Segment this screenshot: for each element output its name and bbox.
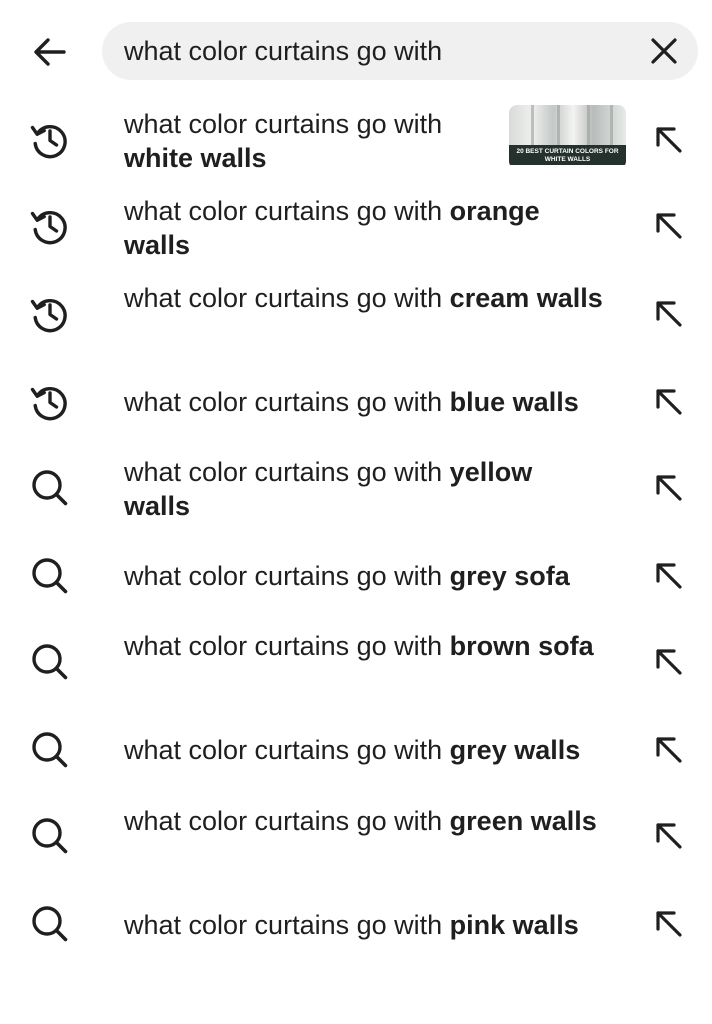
suggestion-prefix: what color curtains go with: [124, 735, 443, 765]
suggestion-item[interactable]: what color curtains go with blue walls: [0, 372, 712, 432]
arrow-up-left-icon: [652, 471, 686, 505]
suggestion-text: what color curtains go with blue walls: [124, 385, 624, 419]
search-icon: [26, 464, 74, 512]
history-icon: [26, 290, 74, 338]
suggestion-prefix: what color curtains go with: [124, 910, 443, 940]
fill-query-button[interactable]: [642, 635, 696, 689]
suggestion-completion: green walls: [449, 806, 597, 836]
suggestion-text: what color curtains go with yellow walls: [124, 455, 604, 523]
suggestion-item[interactable]: what color curtains go with yellow walls: [0, 452, 712, 524]
suggestion-text: what color curtains go with grey walls: [124, 733, 624, 767]
close-icon: [649, 36, 679, 66]
search-icon: [26, 638, 74, 686]
suggestion-text: what color curtains go with brown sofa: [124, 629, 604, 663]
search-header: what color curtains go with: [0, 0, 712, 104]
suggestion-item[interactable]: what color curtains go with grey walls: [0, 720, 712, 780]
back-button[interactable]: [22, 24, 78, 80]
fill-query-button[interactable]: [642, 723, 696, 777]
clear-search-button[interactable]: [640, 27, 688, 75]
fill-query-button[interactable]: [642, 461, 696, 515]
suggestion-prefix: what color curtains go with: [124, 196, 443, 226]
suggestion-prefix: what color curtains go with: [124, 806, 443, 836]
fill-query-button[interactable]: [642, 113, 696, 167]
suggestion-completion: grey walls: [449, 735, 581, 765]
suggestion-item[interactable]: what color curtains go with pink walls: [0, 894, 712, 954]
suggestion-item[interactable]: what color curtains go with brown sofa: [0, 626, 712, 698]
suggestion-completion: blue walls: [449, 387, 579, 417]
history-icon: [26, 378, 74, 426]
suggestion-text: what color curtains go with orange walls: [124, 194, 604, 262]
arrow-up-left-icon: [652, 733, 686, 767]
suggestion-item[interactable]: what color curtains go with cream walls: [0, 278, 712, 350]
search-icon: [26, 552, 74, 600]
search-input[interactable]: what color curtains go with: [102, 22, 698, 80]
suggestion-text: what color curtains go with pink walls: [124, 908, 624, 942]
arrow-up-left-icon: [652, 123, 686, 157]
fill-query-button[interactable]: [642, 549, 696, 603]
search-icon: [26, 812, 74, 860]
suggestion-prefix: what color curtains go with: [124, 387, 443, 417]
suggestion-prefix: what color curtains go with: [124, 631, 443, 661]
suggestion-text: what color curtains go with grey sofa: [124, 559, 624, 593]
suggestion-item[interactable]: what color curtains go with white walls: [0, 104, 712, 176]
arrow-up-left-icon: [652, 907, 686, 941]
suggestion-item[interactable]: what color curtains go with orange walls: [0, 190, 712, 262]
suggestion-completion: white walls: [124, 143, 267, 173]
fill-query-button[interactable]: [642, 897, 696, 951]
search-query-text[interactable]: what color curtains go with: [124, 22, 442, 80]
fill-query-button[interactable]: [642, 199, 696, 253]
search-icon: [26, 900, 74, 948]
suggestion-item[interactable]: what color curtains go with green walls: [0, 800, 712, 872]
history-icon: [26, 202, 74, 250]
fill-query-button[interactable]: [642, 809, 696, 863]
suggestion-item[interactable]: what color curtains go with grey sofa: [0, 546, 712, 606]
arrow-up-left-icon: [652, 559, 686, 593]
suggestion-completion: pink walls: [449, 910, 579, 940]
suggestion-prefix: what color curtains go with: [124, 457, 443, 487]
suggestion-prefix: what color curtains go with: [124, 109, 443, 139]
arrow-left-icon: [30, 32, 70, 72]
suggestion-completion: cream walls: [449, 283, 603, 313]
suggestion-text: what color curtains go with cream walls: [124, 281, 604, 315]
suggestion-text: what color curtains go with white walls: [124, 107, 494, 175]
fill-query-button[interactable]: [642, 375, 696, 429]
fill-query-button[interactable]: [642, 287, 696, 341]
suggestion-prefix: what color curtains go with: [124, 561, 443, 591]
suggestion-prefix: what color curtains go with: [124, 283, 443, 313]
history-icon: [26, 116, 74, 164]
arrow-up-left-icon: [652, 385, 686, 419]
arrow-up-left-icon: [652, 819, 686, 853]
arrow-up-left-icon: [652, 645, 686, 679]
arrow-up-left-icon: [652, 297, 686, 331]
arrow-up-left-icon: [652, 209, 686, 243]
suggestion-completion: brown sofa: [449, 631, 594, 661]
suggestion-text: what color curtains go with green walls: [124, 804, 604, 838]
suggestion-completion: grey sofa: [449, 561, 570, 591]
search-icon: [26, 726, 74, 774]
